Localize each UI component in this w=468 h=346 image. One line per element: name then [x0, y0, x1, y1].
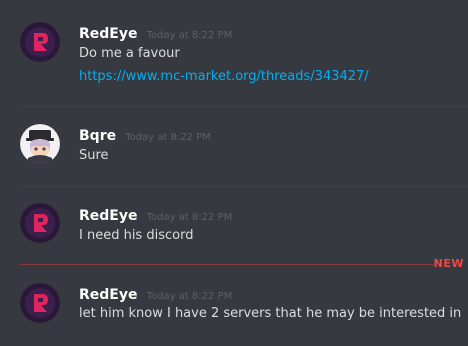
- username[interactable]: RedEye: [79, 208, 137, 224]
- timestamp: Today at 8:22 PM: [125, 132, 211, 143]
- message-text: let him know I have 2 servers that he ma…: [79, 306, 462, 321]
- message-divider: [20, 106, 468, 107]
- redeye-logo-icon[interactable]: [20, 283, 60, 323]
- message-divider: [20, 186, 468, 187]
- username[interactable]: Bqre: [79, 128, 116, 144]
- message-link[interactable]: https://www.mc-market.org/threads/343427…: [79, 69, 369, 84]
- message-text: Do me a favour: [79, 46, 180, 61]
- message-text: I need his discord: [79, 228, 194, 243]
- redeye-logo-icon[interactable]: [20, 203, 60, 243]
- username[interactable]: RedEye: [79, 287, 137, 303]
- timestamp: Today at 8:22 PM: [146, 212, 233, 223]
- anime-character-avatar[interactable]: [20, 124, 60, 164]
- username[interactable]: RedEye: [79, 26, 137, 42]
- timestamp: Today at 8:22 PM: [146, 30, 233, 41]
- new-messages-label: NEW: [433, 257, 464, 270]
- timestamp: Today at 8:22 PM: [146, 291, 233, 302]
- redeye-logo-icon[interactable]: [20, 22, 60, 62]
- new-messages-divider: [20, 264, 434, 265]
- message-text: Sure: [79, 148, 109, 163]
